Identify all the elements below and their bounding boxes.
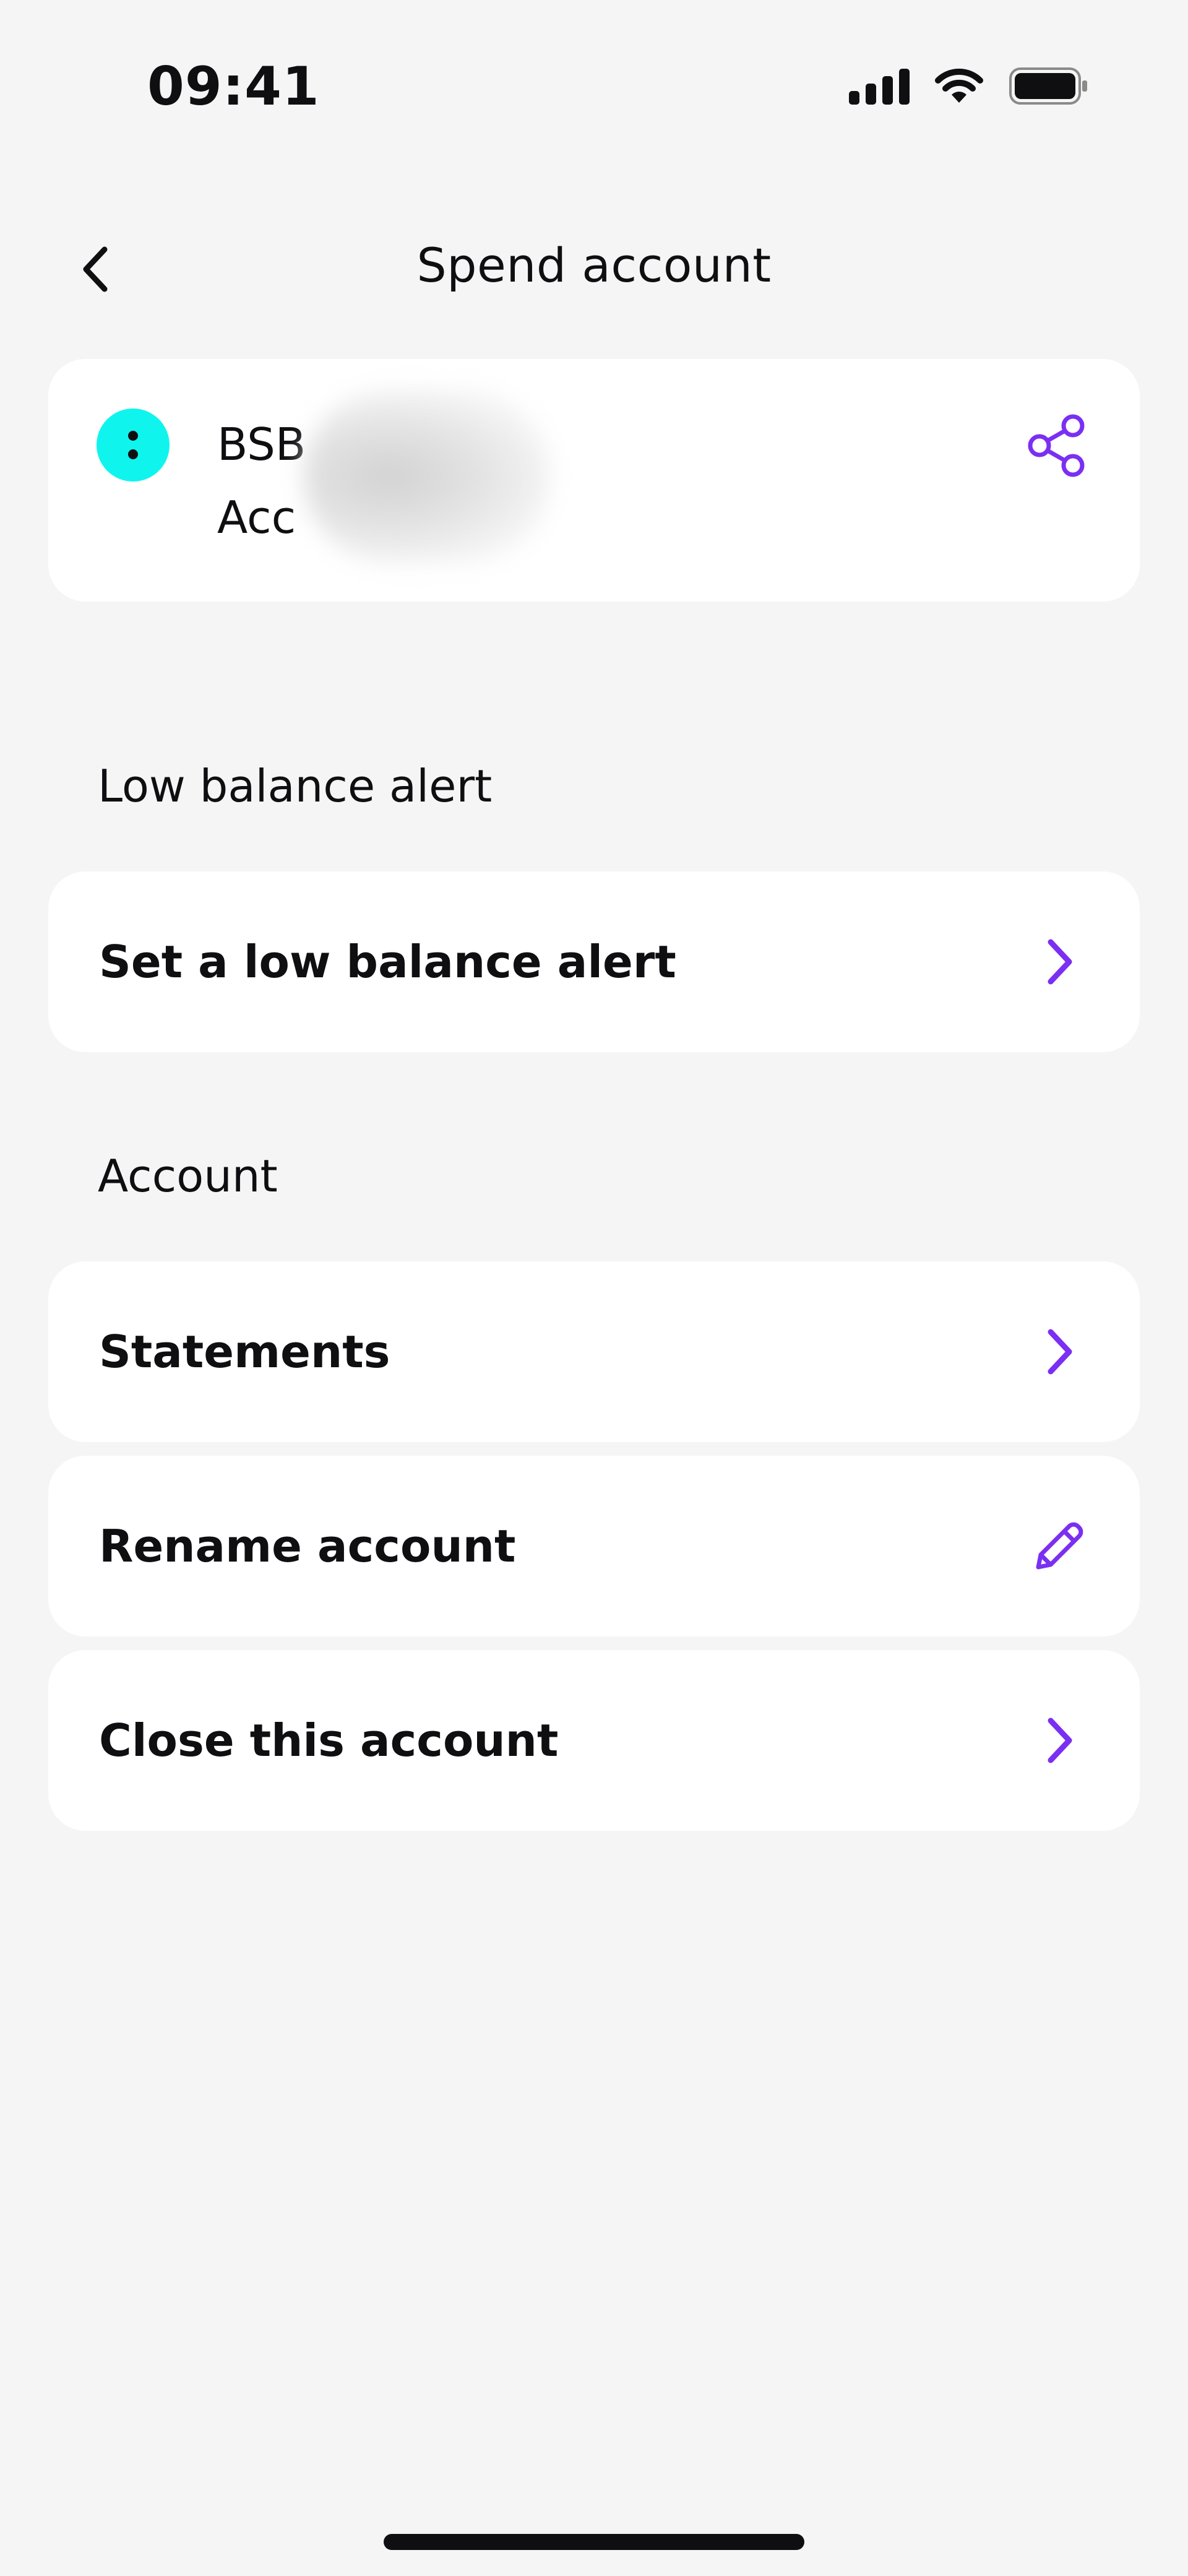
- signal-icon: [849, 67, 910, 105]
- bsb-label: BSB: [217, 418, 306, 470]
- row-label: Close this account: [99, 1714, 559, 1766]
- section-title-account: Account: [98, 1150, 278, 1202]
- row-label: Set a low balance alert: [99, 936, 676, 988]
- row-label: Statements: [99, 1326, 390, 1378]
- section-title-low-balance: Low balance alert: [98, 760, 493, 812]
- status-time: 09:41: [147, 56, 320, 118]
- battery-icon: [1009, 67, 1089, 105]
- header: Spend account: [0, 223, 1188, 316]
- wifi-icon: [933, 67, 985, 105]
- chevron-right-icon: [1022, 925, 1096, 999]
- set-low-balance-alert-row[interactable]: Set a low balance alert: [48, 871, 1140, 1052]
- chevron-right-icon: [1022, 1315, 1096, 1389]
- page-title: Spend account: [416, 238, 772, 293]
- avatar-dot: [128, 449, 138, 459]
- status-bar: 09:41: [0, 0, 1188, 173]
- row-label: Rename account: [99, 1520, 516, 1572]
- pencil-icon: [1022, 1509, 1096, 1583]
- redacted-account-details: [303, 390, 551, 563]
- avatar-dot: [128, 431, 138, 441]
- status-icons: [849, 67, 1089, 105]
- share-icon: [1028, 414, 1085, 477]
- rename-account-row[interactable]: Rename account: [48, 1456, 1140, 1636]
- account-details-card: BSB Acc: [48, 359, 1140, 602]
- statements-row[interactable]: Statements: [48, 1261, 1140, 1442]
- account-avatar[interactable]: [97, 408, 170, 482]
- share-button[interactable]: [1021, 408, 1095, 483]
- account-number-label: Acc: [217, 491, 296, 543]
- chevron-right-icon: [1022, 1703, 1096, 1778]
- home-indicator[interactable]: [384, 2534, 804, 2550]
- close-account-row[interactable]: Close this account: [48, 1650, 1140, 1831]
